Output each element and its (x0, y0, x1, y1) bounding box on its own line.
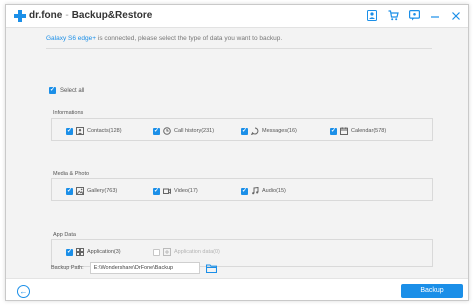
calendar-icon (340, 127, 348, 135)
window-title: Backup&Restore (71, 10, 153, 21)
group-label-app-data: App Data (53, 232, 76, 238)
option-label: Messages(16) (262, 128, 297, 134)
title-bar: dr.fone - Backup&Restore (6, 5, 468, 28)
connection-text: is connected, please select the type of … (96, 35, 283, 42)
minimize-icon[interactable] (429, 9, 441, 22)
checkbox-checked-icon[interactable]: ✓ (241, 127, 248, 135)
option-contacts[interactable]: ✓ Contacts(128) (66, 127, 122, 135)
messages-icon (251, 127, 259, 135)
option-label: Call history(231) (174, 128, 215, 134)
app-title: dr.fone - Backup&Restore (29, 10, 152, 21)
checkbox-checked-icon[interactable]: ✓ (66, 127, 73, 135)
option-audio[interactable]: ✓ Audio(15) (241, 187, 286, 195)
back-arrow-icon[interactable]: ← (17, 285, 30, 298)
option-messages[interactable]: ✓ Messages(16) (241, 127, 297, 135)
folder-icon[interactable] (205, 263, 217, 273)
title-separator: - (65, 10, 69, 21)
checkbox-checked-icon[interactable]: ✓ (153, 187, 160, 195)
option-call-history[interactable]: ✓ Call history(231) (153, 127, 214, 135)
device-name: Galaxy S6 edge+ (46, 35, 97, 42)
group-informations: ✓ Contacts(128) ✓ Call history(231) ✓ Me… (51, 118, 433, 141)
backup-path-row: Backup Path: (51, 262, 217, 274)
group-media-photo: ✓ Gallery(763) ✓ Video(17) ✓ Audio(15) (51, 178, 433, 201)
option-application-data: ✓ Application data(0) (153, 248, 220, 256)
backup-path-input[interactable] (89, 262, 200, 274)
checkbox-checked-icon[interactable]: ✓ (330, 127, 337, 135)
app-window: dr.fone - Backup&Restore Galaxy S6 edge+ i… (5, 4, 469, 301)
checkbox-checked-icon[interactable]: ✓ (49, 87, 56, 94)
gallery-icon (76, 187, 84, 195)
option-calendar[interactable]: ✓ Calendar(578) (330, 127, 386, 135)
call-history-icon (163, 127, 171, 135)
option-label: Contacts(128) (87, 128, 122, 134)
footer-bar: ← Backup (6, 278, 468, 300)
application-data-icon (163, 248, 171, 256)
feedback-icon[interactable] (408, 9, 420, 22)
option-label: Audio(15) (262, 188, 286, 194)
application-icon (76, 248, 84, 256)
close-icon[interactable] (450, 9, 462, 22)
group-label-informations: Informations (53, 110, 84, 116)
checkbox-checked-icon[interactable]: ✓ (153, 127, 160, 135)
option-label: Application(3) (87, 249, 121, 255)
option-application[interactable]: ✓ Application(3) (66, 248, 121, 256)
divider (46, 48, 432, 49)
option-label: Application data(0) (174, 249, 220, 255)
group-label-media-photo: Media & Photo (53, 171, 90, 177)
title-bar-controls (366, 9, 462, 22)
connection-message: Galaxy S6 edge+ is connected, please sel… (46, 35, 282, 42)
backup-content: Galaxy S6 edge+ is connected, please sel… (6, 29, 468, 274)
account-icon[interactable] (366, 9, 378, 22)
backup-button[interactable]: Backup (401, 284, 463, 298)
checkbox-checked-icon[interactable]: ✓ (66, 248, 73, 256)
option-gallery[interactable]: ✓ Gallery(763) (66, 187, 117, 195)
video-icon (163, 187, 171, 195)
checkbox-unchecked-icon: ✓ (153, 248, 160, 256)
checkbox-checked-icon[interactable]: ✓ (66, 187, 73, 195)
brand-name: dr.fone (29, 10, 63, 21)
option-label: Gallery(763) (87, 188, 118, 194)
option-label: Calendar(578) (351, 128, 387, 134)
contacts-icon (76, 127, 84, 135)
select-all-checkbox[interactable]: ✓ Select all (49, 87, 84, 94)
select-all-label: Select all (60, 87, 85, 94)
backup-path-label: Backup Path: (51, 265, 84, 271)
option-label: Video(17) (174, 188, 198, 194)
option-video[interactable]: ✓ Video(17) (153, 187, 198, 195)
checkbox-checked-icon[interactable]: ✓ (241, 187, 248, 195)
audio-icon (251, 187, 259, 195)
drfone-logo-icon (14, 10, 26, 22)
cart-icon[interactable] (387, 9, 399, 22)
